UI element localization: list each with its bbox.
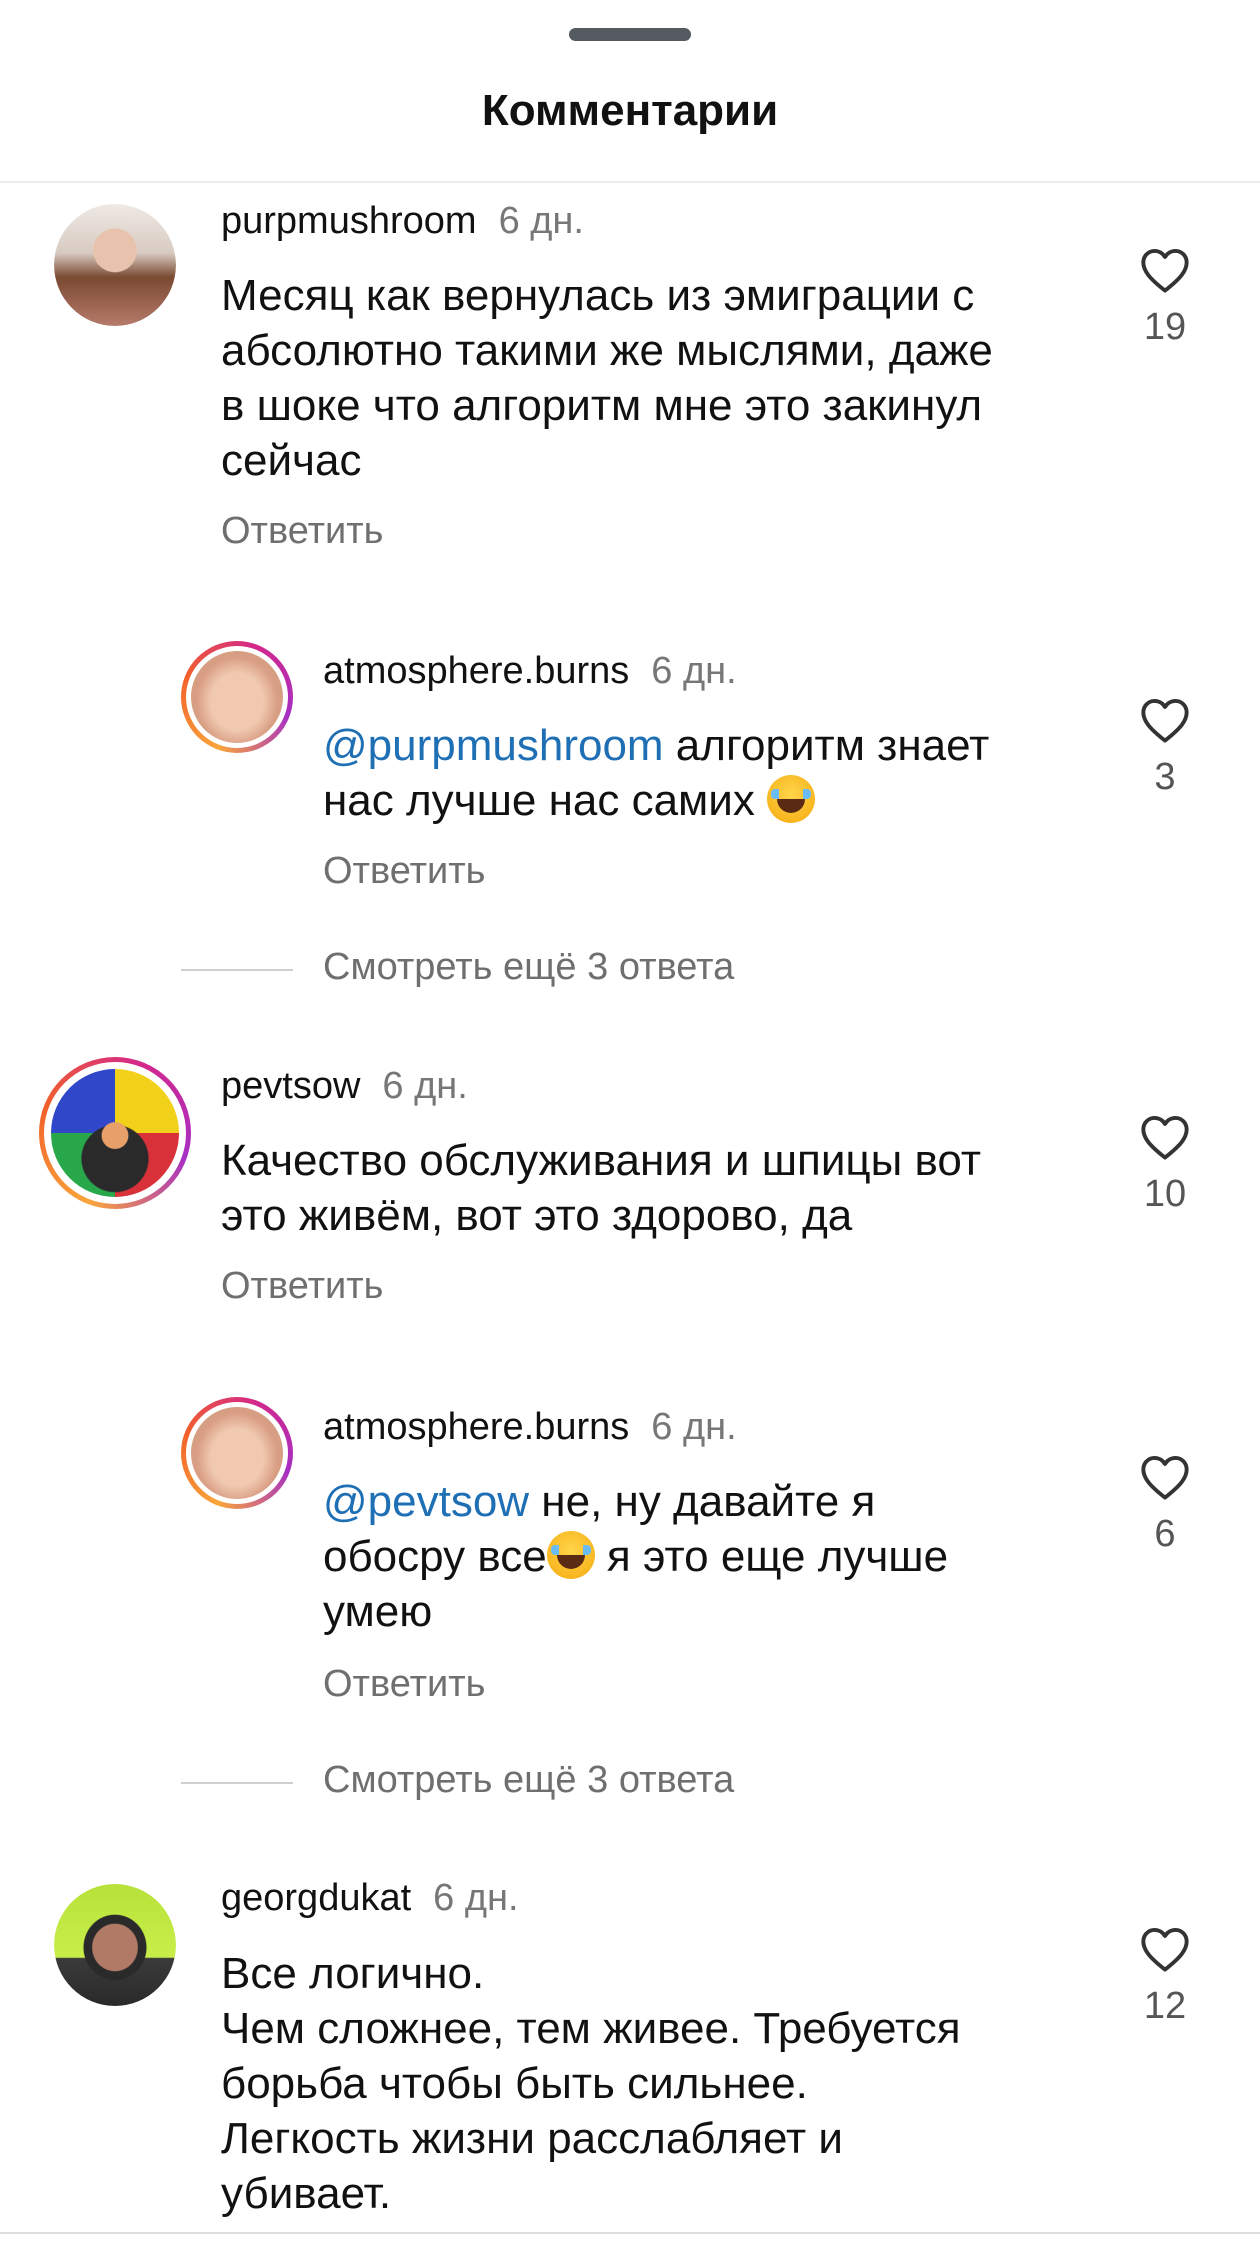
timestamp: 6 дн. [651,1406,737,1448]
avatar[interactable] [54,1884,176,2006]
timestamp: 6 дн. [382,1065,468,1107]
like-button[interactable]: 6 [1115,1453,1215,1556]
timestamp: 6 дн. [433,1877,519,1919]
heart-outline-icon [1141,1115,1189,1160]
reply-button[interactable]: Ответить [221,510,383,553]
reply-text: @pevtsow не, ну давайте я обосру все я эт… [323,1477,949,1636]
bottom-divider [0,2232,1260,2234]
comment-text: Качество обслуживания и шпицы вот это жи… [221,1136,981,1240]
divider [181,969,293,971]
like-button[interactable]: 3 [1115,696,1215,799]
divider [181,1782,293,1784]
comment-meta: atmosphere.burns 6 дн. [323,650,737,693]
like-count: 3 [1154,756,1176,798]
username[interactable]: atmosphere.burns [323,650,629,692]
like-count: 12 [1143,1985,1187,2027]
reply-button[interactable]: Ответить [221,1265,383,1308]
heart-outline-icon [1141,1927,1189,1972]
header-divider [0,181,1260,183]
like-count: 6 [1154,1513,1176,1555]
username[interactable]: atmosphere.burns [323,1406,629,1448]
view-more-replies-button[interactable]: Смотреть ещё 3 ответа [323,946,734,989]
view-more-replies-button[interactable]: Смотреть ещё 3 ответа [323,1759,734,1802]
heart-outline-icon [1141,248,1189,293]
heart-outline-icon [1141,698,1189,743]
reply-button[interactable]: Ответить [323,1663,485,1706]
comment-text: Месяц как вернулась из эмиграции с абсол… [221,271,993,485]
face-with-tears-of-joy-emoji [546,1531,595,1579]
username[interactable]: purpmushroom [221,200,477,242]
reply-button[interactable]: Ответить [323,850,485,893]
comment-meta: atmosphere.burns 6 дн. [323,1406,737,1449]
heart-outline-icon [1141,1455,1189,1500]
username[interactable]: georgdukat [221,1877,411,1919]
avatar[interactable] [54,204,176,326]
like-button[interactable]: 12 [1115,1925,1215,2028]
mention-link[interactable]: @purpmushroom [323,721,664,770]
reply-text: @purpmushroom алгоритм знает нас лучше на… [323,721,990,825]
like-count: 10 [1143,1173,1187,1215]
comment-text: Все логично. Чем сложнее, тем живее. Тре… [221,1949,961,2218]
comment-meta: georgdukat 6 дн. [221,1877,519,1920]
avatar[interactable] [181,1397,293,1509]
timestamp: 6 дн. [498,200,584,242]
like-button[interactable]: 10 [1115,1113,1215,1216]
like-count: 19 [1143,306,1187,348]
comments-sheet: Комментарии purpmushroom 6 дн. Месяц как … [0,0,1260,2267]
comment-meta: purpmushroom 6 дн. [221,200,584,243]
face-with-tears-of-joy-emoji [767,775,816,823]
like-button[interactable]: 19 [1115,246,1215,349]
mention-link[interactable]: @pevtsow [323,1477,529,1526]
avatar[interactable] [39,1057,191,1209]
comment-meta: pevtsow 6 дн. [221,1065,468,1108]
timestamp: 6 дн. [651,650,737,692]
username[interactable]: pevtsow [221,1065,360,1107]
page-title: Комментарии [481,86,779,135]
avatar[interactable] [181,641,293,753]
sheet-drag-handle[interactable] [569,28,691,41]
